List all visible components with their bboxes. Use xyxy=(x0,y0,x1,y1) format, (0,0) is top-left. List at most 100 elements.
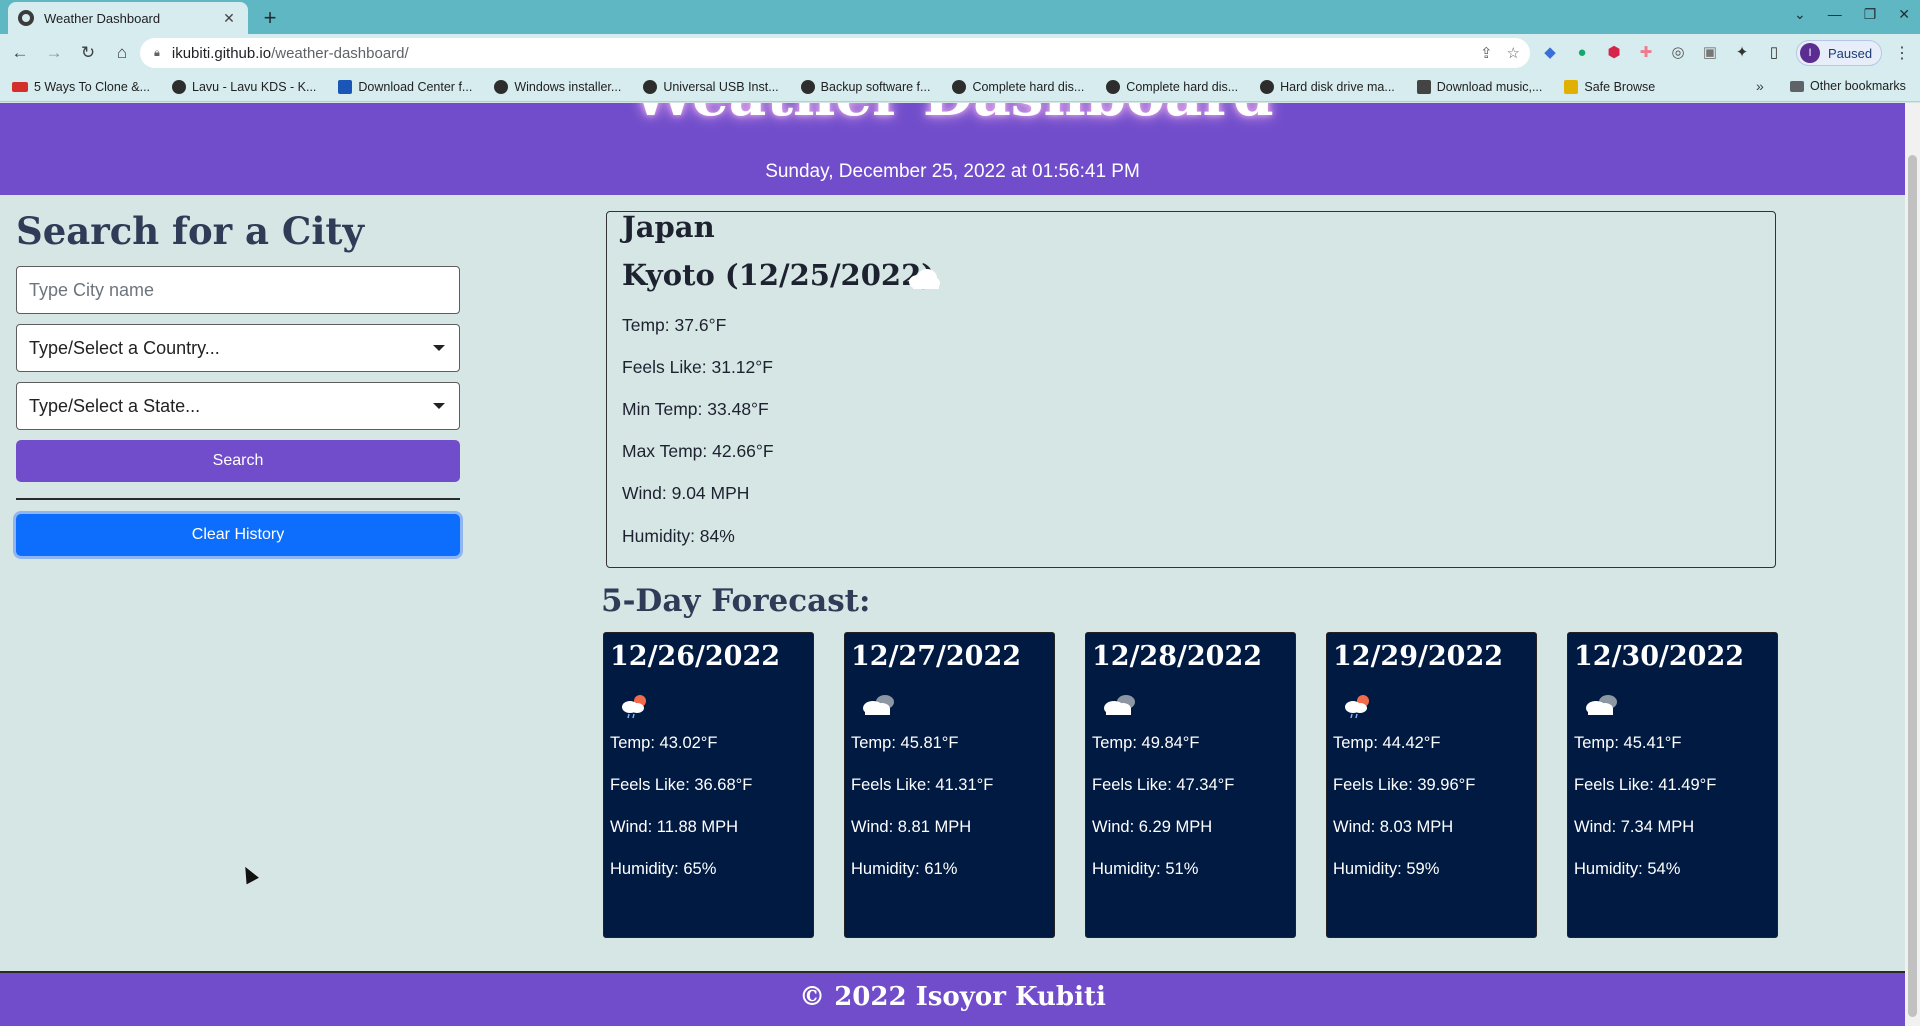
clouds-icon xyxy=(1104,695,1135,715)
bookmark-item[interactable]: Windows installer... xyxy=(494,79,622,94)
search-button[interactable]: Search xyxy=(16,440,460,482)
bookmark-label: Lavu - Lavu KDS - K... xyxy=(192,79,317,94)
other-bookmarks-label: Other bookmarks xyxy=(1810,79,1906,93)
browser-tab[interactable]: Weather Dashboard ✕ xyxy=(8,2,248,34)
current-min-temp: Min Temp: 33.48°F xyxy=(622,399,769,419)
globe-icon xyxy=(952,79,967,94)
current-datetime: Sunday, December 25, 2022 at 01:56:41 PM xyxy=(765,161,1140,182)
rain-sun-icon xyxy=(1345,695,1369,719)
bookmark-star-icon[interactable]: ☆ xyxy=(1507,44,1520,62)
forward-icon[interactable]: → xyxy=(40,43,68,63)
clear-history-button[interactable]: Clear History xyxy=(16,514,460,556)
globe-icon xyxy=(1106,79,1121,94)
extension-red-shield-icon[interactable]: ⬢ xyxy=(1604,42,1624,62)
bookmark-item[interactable]: Lavu - Lavu KDS - K... xyxy=(172,79,317,94)
forecast-humidity: Humidity: 65% xyxy=(610,860,717,878)
bookmark-item[interactable]: 5 Ways To Clone &... xyxy=(12,80,150,94)
grammarly-icon[interactable]: ● xyxy=(1572,42,1592,62)
lock-icon[interactable]: 🔒︎ xyxy=(154,47,160,60)
scrollbar-thumb[interactable] xyxy=(1908,155,1917,1017)
bookmark-item[interactable]: Download music,... xyxy=(1416,79,1543,94)
side-panel-icon[interactable]: ▯ xyxy=(1764,42,1784,62)
browser-toolbar: ← → ↻ ⌂ 🔒︎ ikubiti.github.io/weather-das… xyxy=(0,34,1920,72)
forecast-feels-like: Feels Like: 47.34°F xyxy=(1092,776,1235,794)
state-select-label: Type/Select a State... xyxy=(29,395,201,416)
share-icon[interactable]: ⇪ xyxy=(1480,44,1493,62)
folder-icon xyxy=(1790,80,1804,92)
bookmark-label: Download music,... xyxy=(1436,79,1543,94)
profile-status: Paused xyxy=(1828,45,1873,61)
forecast-temp: Temp: 43.02°F xyxy=(610,734,718,752)
bookmark-item[interactable]: Safe Browse xyxy=(1564,79,1656,94)
city-search-input[interactable] xyxy=(16,266,460,314)
minimize-icon[interactable]: — xyxy=(1828,6,1842,23)
url-host: ikubiti.github.io xyxy=(171,44,272,62)
reload-icon[interactable]: ↻ xyxy=(74,43,102,63)
forecast-humidity: Humidity: 59% xyxy=(1333,860,1440,878)
extension-circle-icon[interactable]: ◎ xyxy=(1668,42,1688,62)
other-bookmarks[interactable]: Other bookmarks xyxy=(1790,79,1906,93)
bookmark-favicon-icon xyxy=(338,79,353,94)
tab-search-icon[interactable]: ⌄ xyxy=(1794,6,1806,23)
extensions-puzzle-icon[interactable]: ✦ xyxy=(1732,42,1752,62)
bookmark-label: 5 Ways To Clone &... xyxy=(34,79,151,94)
rain-sun-icon xyxy=(622,695,646,719)
extension-square-icon[interactable]: ▣ xyxy=(1700,42,1720,62)
globe-icon xyxy=(1260,79,1275,94)
bookmark-item[interactable]: Hard disk drive ma... xyxy=(1260,79,1395,94)
page-footer: © 2022 Isoyor Kubiti xyxy=(0,971,1905,1026)
bookmark-item[interactable]: Download Center f... xyxy=(338,79,472,94)
bookmark-item[interactable]: Complete hard dis... xyxy=(952,79,1084,94)
browser-menu-icon[interactable]: ⋮ xyxy=(1894,43,1910,63)
forecast-temp: Temp: 44.42°F xyxy=(1333,734,1441,752)
extension-pink-icon[interactable]: ✚ xyxy=(1636,42,1656,62)
forecast-wind: Wind: 8.81 MPH xyxy=(851,818,972,836)
extensions-bar: ◆ ● ⬢ ✚ ◎ ▣ ✦ ▯ xyxy=(1540,42,1784,62)
forecast-wind: Wind: 11.88 MPH xyxy=(610,818,739,836)
globe-icon xyxy=(494,79,509,94)
state-select[interactable]: Type/Select a State... xyxy=(16,382,460,430)
bookmark-item[interactable]: Backup software f... xyxy=(800,79,930,94)
page-scrollbar[interactable] xyxy=(1905,103,1920,1026)
bookmark-label: Windows installer... xyxy=(514,79,622,94)
globe-icon xyxy=(800,79,815,94)
more-bookmarks-icon[interactable]: » xyxy=(1756,78,1764,94)
sidebar-divider xyxy=(16,498,460,500)
current-temp: Temp: 37.6°F xyxy=(622,315,727,335)
current-country: Japan xyxy=(622,210,715,244)
forecast-date: 12/28/2022 xyxy=(1092,641,1263,672)
search-heading: Search for a City xyxy=(16,209,364,253)
profile-button[interactable]: I Paused xyxy=(1796,40,1882,66)
clouds-icon xyxy=(863,695,894,715)
cloud-icon xyxy=(909,269,940,289)
forecast-card: 12/30/2022 Temp: 45.41°F Feels Like: 41.… xyxy=(1567,632,1778,938)
new-tab-button[interactable]: + xyxy=(258,5,282,31)
forecast-card: 12/27/2022 Temp: 45.81°F Feels Like: 41.… xyxy=(844,632,1055,938)
globe-icon xyxy=(643,79,658,94)
forecast-card: 12/28/2022 Temp: 49.84°F Feels Like: 47.… xyxy=(1085,632,1296,938)
bookmark-label: Hard disk drive ma... xyxy=(1280,79,1395,94)
close-window-icon[interactable]: ✕ xyxy=(1898,6,1910,23)
bookmark-label: Safe Browse xyxy=(1584,79,1656,94)
tab-title: Weather Dashboard xyxy=(44,10,161,26)
bookmark-favicon-icon xyxy=(12,81,28,92)
forecast-wind: Wind: 6.29 MPH xyxy=(1092,818,1213,836)
close-tab-icon[interactable]: ✕ xyxy=(220,10,238,27)
forecast-card: 12/29/2022 Temp: 44.42°F Feels Like: 39.… xyxy=(1326,632,1537,938)
mouse-cursor-icon xyxy=(239,863,259,885)
forecast-temp: Temp: 45.41°F xyxy=(1574,734,1682,752)
home-icon[interactable]: ⌂ xyxy=(108,43,136,63)
bookmark-item[interactable]: Universal USB Inst... xyxy=(643,79,779,94)
country-select[interactable]: Type/Select a Country... xyxy=(16,324,460,372)
forecast-temp: Temp: 49.84°F xyxy=(1092,734,1200,752)
address-bar[interactable]: 🔒︎ ikubiti.github.io/weather-dashboard/ … xyxy=(140,38,1530,68)
extension-blue-icon[interactable]: ◆ xyxy=(1540,42,1560,62)
dropdown-caret-icon xyxy=(433,403,445,409)
forecast-card: 12/26/2022 Temp: 43.02°F Feels Like: 36.… xyxy=(603,632,814,938)
restore-icon[interactable]: ❐ xyxy=(1864,6,1877,23)
bookmark-item[interactable]: Complete hard dis... xyxy=(1106,79,1238,94)
back-icon[interactable]: ← xyxy=(6,43,34,63)
page-title: Weather Dashboard xyxy=(0,103,1905,129)
page-content: Weather Dashboard Sunday, December 25, 2… xyxy=(0,103,1905,1026)
bookmarks-bar: 5 Ways To Clone &... Lavu - Lavu KDS - K… xyxy=(0,72,1920,102)
